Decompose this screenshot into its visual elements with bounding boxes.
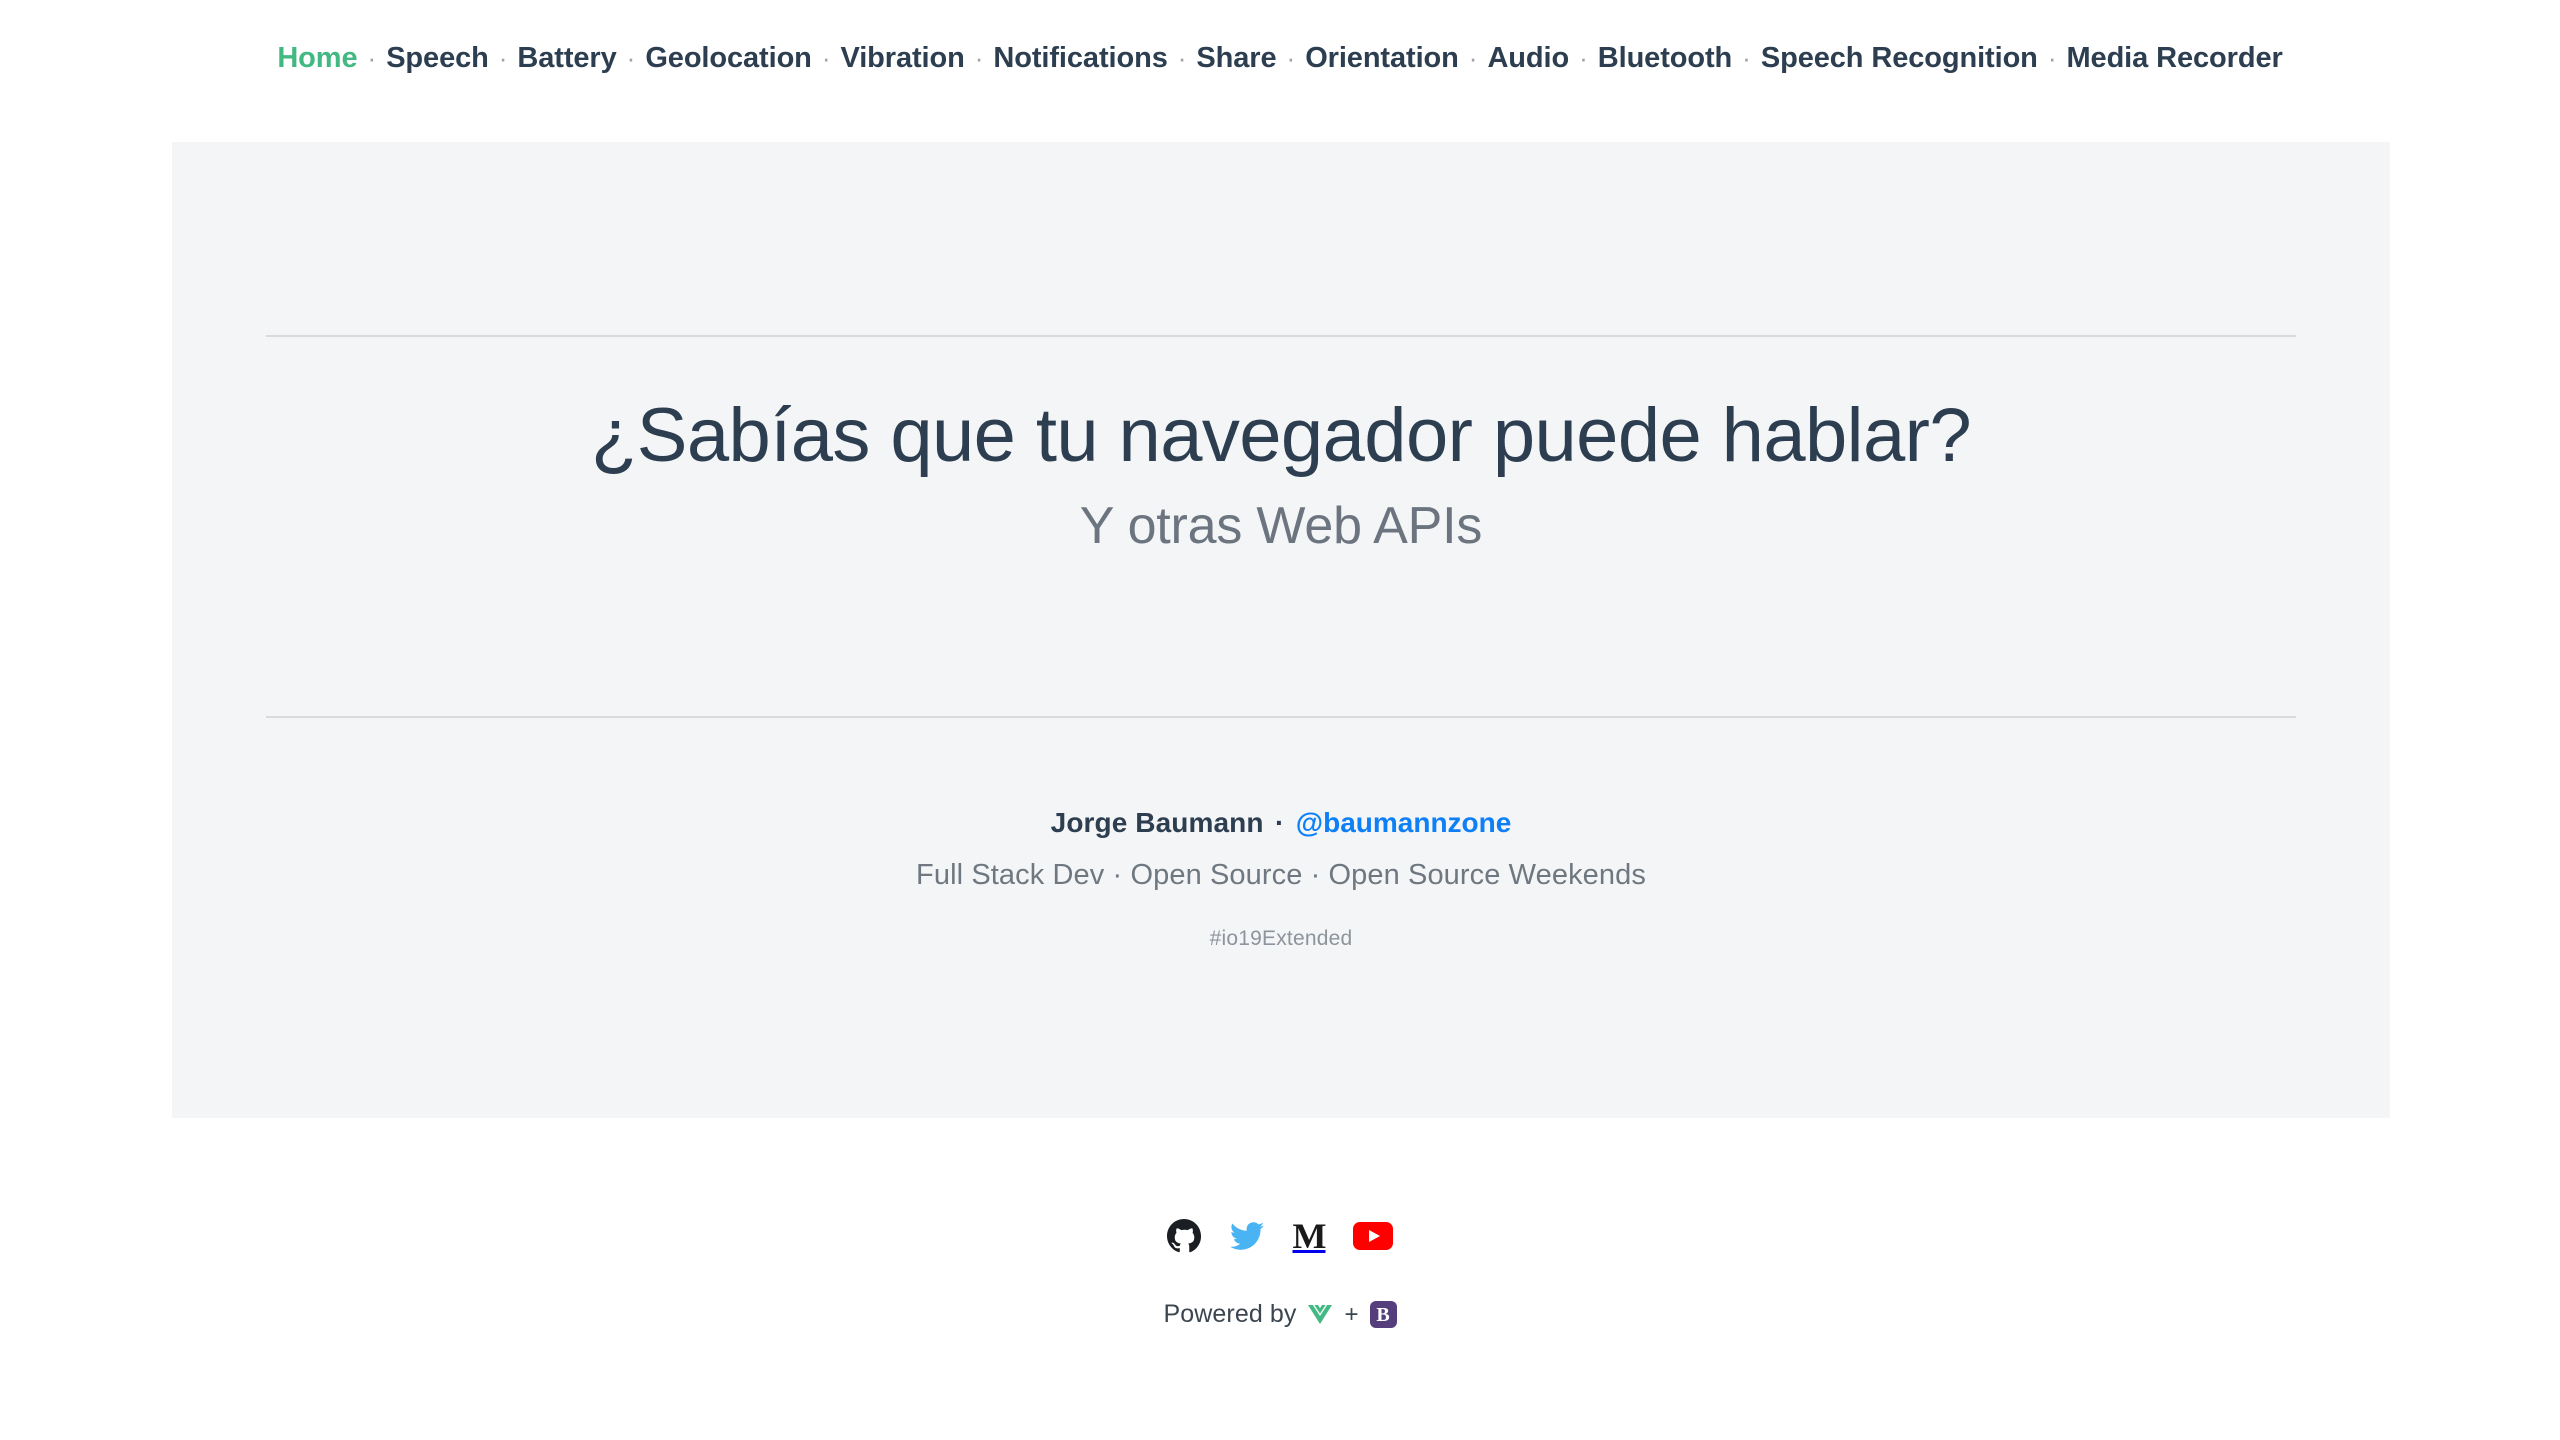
medium-icon: M <box>1292 1216 1327 1256</box>
nav-separator: · <box>1286 43 1296 73</box>
nav-item-orientation[interactable]: Orientation <box>1305 42 1459 75</box>
nav-separator: · <box>821 43 831 73</box>
author-role: Full Stack Dev · Open Source · Open Sour… <box>916 859 1646 891</box>
nav-item-audio[interactable]: Audio <box>1487 42 1569 75</box>
slide-panel: ¿Sabías que tu navegador puede hablar? Y… <box>172 142 2390 1118</box>
divider-top <box>266 335 2296 337</box>
author-block: Jorge Baumann · @baumannzone Full Stack … <box>172 807 2390 951</box>
github-icon <box>1166 1219 1201 1253</box>
nav-separator: · <box>498 43 508 73</box>
divider-bottom <box>266 716 2296 718</box>
twitter-link[interactable] <box>1229 1219 1265 1253</box>
nav-separator: · <box>2047 43 2057 73</box>
vue-logo-icon <box>1306 1302 1334 1327</box>
nav-separator: · <box>1177 43 1187 73</box>
nav-item-share[interactable]: Share <box>1196 42 1276 75</box>
nav-item-home[interactable]: Home <box>277 42 357 75</box>
plus-sign: + <box>1344 1300 1359 1328</box>
github-link[interactable] <box>1166 1219 1201 1253</box>
author-separator: · <box>1275 807 1285 838</box>
nav-item-battery[interactable]: Battery <box>517 42 616 75</box>
powered-by-label: Powered by <box>1163 1300 1297 1328</box>
slide-heading-group: ¿Sabías que tu navegador puede hablar? Y… <box>172 392 2390 558</box>
nav-separator: · <box>367 43 377 73</box>
main-navigation: Home · Speech · Battery · Geolocation · … <box>0 42 2560 75</box>
page-title: ¿Sabías que tu navegador puede hablar? <box>590 393 1972 478</box>
youtube-icon <box>1353 1222 1394 1250</box>
nav-item-notifications[interactable]: Notifications <box>993 42 1167 75</box>
author-name: Jorge Baumann <box>1050 807 1264 838</box>
page-subtitle: Y otras Web APIs <box>1079 497 1483 556</box>
nav-item-vibration[interactable]: Vibration <box>840 42 964 75</box>
nav-separator: · <box>1579 43 1588 73</box>
footer-credits: Powered by + B <box>0 1300 2560 1329</box>
youtube-link[interactable] <box>1353 1222 1394 1250</box>
nav-item-speech[interactable]: Speech <box>386 42 489 75</box>
event-hashtag: #io19Extended <box>1209 927 1353 950</box>
slide-page: Home · Speech · Battery · Geolocation · … <box>0 0 2560 1440</box>
medium-link[interactable]: M <box>1292 1216 1327 1256</box>
nav-separator: · <box>1742 43 1751 73</box>
bootstrap-logo-icon: B <box>1369 1301 1397 1328</box>
nav-item-bluetooth[interactable]: Bluetooth <box>1598 42 1733 75</box>
nav-item-speech-recognition[interactable]: Speech Recognition <box>1761 42 2038 75</box>
nav-separator: · <box>626 43 636 73</box>
twitter-icon <box>1229 1219 1265 1253</box>
nav-separator: · <box>974 43 984 73</box>
author-line: Jorge Baumann · @baumannzone <box>172 807 2390 839</box>
nav-item-geolocation[interactable]: Geolocation <box>645 42 812 75</box>
nav-separator: · <box>1468 43 1478 73</box>
social-links: M <box>0 1218 2560 1254</box>
author-twitter-handle-link[interactable]: @baumannzone <box>1296 807 1512 838</box>
nav-item-media-recorder[interactable]: Media Recorder <box>2066 42 2282 75</box>
